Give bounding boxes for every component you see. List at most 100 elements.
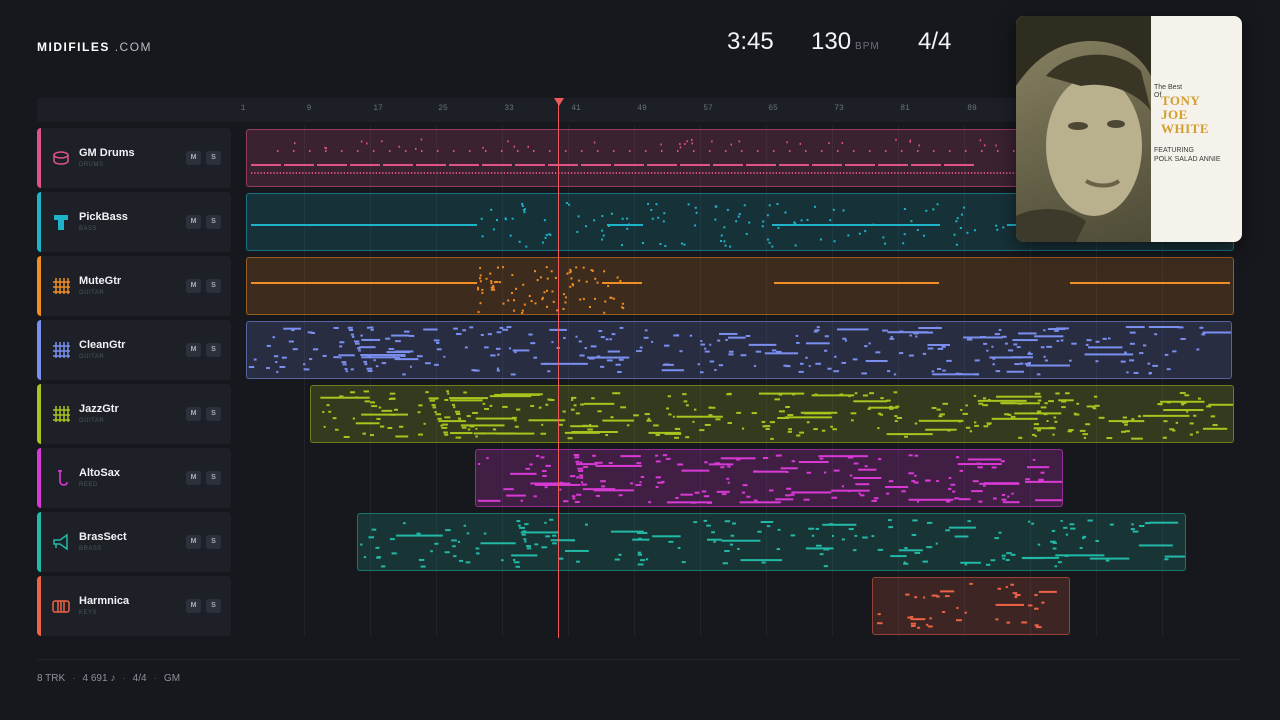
midi-note [584, 523, 588, 526]
midi-note [545, 172, 547, 174]
solo-button[interactable]: S [206, 279, 221, 293]
midi-note [251, 224, 477, 226]
mute-button[interactable]: M [186, 535, 201, 549]
solo-button[interactable]: S [206, 599, 221, 613]
midi-note [1068, 429, 1074, 432]
midi-note [534, 270, 537, 273]
midi-note [965, 404, 968, 407]
solo-button[interactable]: S [206, 407, 221, 421]
solo-button[interactable]: S [206, 535, 221, 549]
midi-note [1036, 410, 1042, 413]
midi-note [884, 242, 887, 245]
midi-note [600, 480, 606, 483]
midi-note [516, 172, 518, 174]
midi-note [978, 500, 983, 503]
midi-note [636, 532, 648, 535]
midi-note [572, 497, 576, 500]
midi-note [318, 172, 320, 174]
midi-note [674, 427, 681, 430]
mute-button[interactable]: M [186, 599, 201, 613]
midi-note [731, 172, 733, 174]
midi-note [471, 172, 473, 174]
solo-button[interactable]: S [206, 343, 221, 357]
midi-note [659, 242, 662, 245]
midi-note [519, 172, 521, 174]
midi-note [740, 172, 742, 174]
midi-note [823, 565, 828, 568]
midi-note [542, 172, 544, 174]
track-header-mutegtr[interactable]: MuteGtr GUITAR M S [37, 256, 231, 316]
midi-note [728, 350, 734, 353]
midi-note [932, 172, 934, 174]
midi-note [794, 244, 797, 247]
midi-clip-jazzgtr[interactable] [310, 385, 1234, 443]
midi-note [562, 410, 566, 413]
playhead[interactable] [558, 104, 559, 638]
midi-note [578, 279, 581, 282]
midi-note [434, 397, 437, 400]
track-header-harmnica[interactable]: Harmnica KEYS M S [37, 576, 231, 636]
mute-button[interactable]: M [186, 343, 201, 357]
midi-note [339, 356, 342, 359]
midi-note [805, 342, 830, 345]
solo-button[interactable]: S [206, 151, 221, 165]
midi-note [908, 498, 954, 501]
midi-note [1108, 420, 1145, 423]
midi-note [603, 311, 606, 314]
midi-note [887, 370, 891, 373]
playhead-handle[interactable] [554, 98, 564, 106]
mute-button[interactable]: M [186, 151, 201, 165]
midi-clip-cleangtr[interactable] [246, 321, 1232, 379]
midi-note [602, 282, 642, 284]
midi-note [885, 399, 891, 402]
midi-note [796, 434, 801, 437]
mute-button[interactable]: M [186, 215, 201, 229]
midi-note [375, 546, 380, 549]
midi-note [770, 437, 774, 440]
track-header-brassect[interactable]: BrasSect BRASS M S [37, 512, 231, 572]
midi-clip-altosax[interactable] [475, 449, 1063, 507]
midi-note [571, 431, 618, 434]
midi-note [647, 417, 650, 420]
midi-note [566, 272, 569, 275]
midi-note [650, 209, 653, 212]
midi-clip-brassect[interactable] [357, 513, 1186, 571]
midi-note [577, 215, 580, 218]
midi-note [1129, 331, 1136, 334]
solo-button[interactable]: S [206, 471, 221, 485]
midi-note [333, 356, 340, 359]
midi-note [508, 347, 512, 350]
midi-note [843, 172, 845, 174]
midi-note [320, 396, 370, 399]
midi-note [417, 411, 421, 414]
mute-button[interactable]: M [186, 471, 201, 485]
midi-note [402, 373, 406, 376]
track-header-altosax[interactable]: AltoSax REED M S [37, 448, 231, 508]
midi-note [769, 421, 775, 424]
midi-note [577, 172, 579, 174]
midi-note [862, 172, 864, 174]
mute-button[interactable]: M [186, 407, 201, 421]
midi-note [729, 543, 734, 546]
midi-note [633, 414, 639, 417]
midi-note [309, 358, 313, 361]
solo-button[interactable]: S [206, 215, 221, 229]
midi-note [559, 488, 562, 491]
midi-clip-mutegtr[interactable] [246, 257, 1234, 315]
midi-note [591, 269, 594, 272]
midi-note [872, 223, 875, 226]
midi-note [430, 172, 432, 174]
midi-note [881, 172, 883, 174]
mute-button[interactable]: M [186, 279, 201, 293]
track-header-cleangtr[interactable]: CleanGtr GUITAR M S [37, 320, 231, 380]
track-header-pickbass[interactable]: PickBass BASS M S [37, 192, 231, 252]
midi-note [482, 164, 512, 166]
midi-note [686, 172, 688, 174]
midi-note [317, 164, 347, 166]
midi-note [466, 532, 470, 535]
midi-clip-harmnica[interactable] [872, 577, 1070, 635]
track-header-jazzgtr[interactable]: JazzGtr GUITAR M S [37, 384, 231, 444]
midi-note [388, 172, 390, 174]
track-header-gm-drums[interactable]: GM Drums DRUMS M S [37, 128, 231, 188]
midi-note [555, 172, 557, 174]
